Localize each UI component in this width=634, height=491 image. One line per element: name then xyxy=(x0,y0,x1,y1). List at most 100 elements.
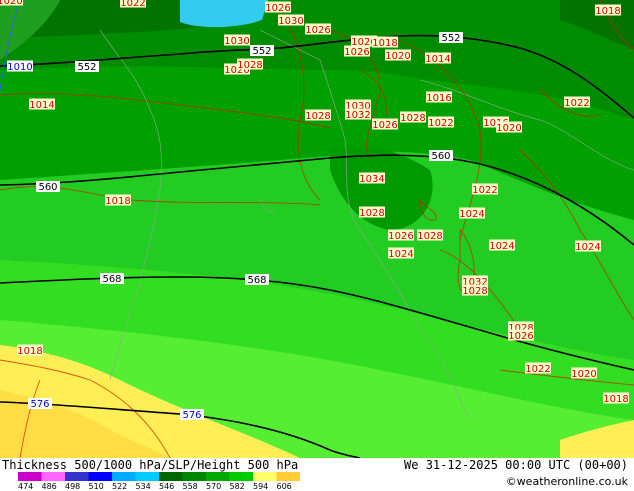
slp-label: 1022 xyxy=(525,362,551,375)
svg-text:1022: 1022 xyxy=(525,364,550,375)
slp-label: 1014 xyxy=(29,98,55,111)
slp-label: 1024 xyxy=(459,207,485,220)
svg-text:1026: 1026 xyxy=(508,331,533,342)
slp-label: 1014 xyxy=(425,52,451,65)
legend-swatch xyxy=(41,472,66,481)
svg-text:1030: 1030 xyxy=(278,16,303,27)
slp-label: 1018 xyxy=(372,36,398,49)
svg-text:1024: 1024 xyxy=(489,241,514,252)
slp-label: 1030 xyxy=(278,14,304,27)
svg-text:560: 560 xyxy=(38,182,57,193)
svg-text:1026: 1026 xyxy=(372,120,397,131)
slp-label: 1028 xyxy=(305,109,331,122)
slp-label: 1018 xyxy=(105,194,131,207)
svg-text:1018: 1018 xyxy=(603,394,628,405)
height-label-576-center: 576 xyxy=(180,409,204,421)
slp-label: 1024 xyxy=(388,247,414,260)
svg-text:1034: 1034 xyxy=(359,174,384,185)
slp-label: 1026 xyxy=(372,118,398,131)
legend-color-bar xyxy=(18,472,300,481)
svg-text:1026: 1026 xyxy=(305,25,330,36)
svg-text:1018: 1018 xyxy=(372,38,397,49)
svg-text:1022: 1022 xyxy=(120,0,145,9)
legend-swatch xyxy=(276,472,300,481)
svg-text:568: 568 xyxy=(102,274,121,285)
slp-label: 1024 xyxy=(489,239,515,252)
slp-label: 1010 xyxy=(7,60,33,73)
slp-label: 1016 xyxy=(426,91,452,104)
svg-text:1026: 1026 xyxy=(265,3,290,14)
map-canvas: 552 552 552 560 560 568 568 576 576 1022… xyxy=(0,0,634,458)
svg-text:1020: 1020 xyxy=(385,51,410,62)
map-datetime: We 31-12-2025 00:00 UTC (00+00) xyxy=(404,458,628,472)
svg-text:1020: 1020 xyxy=(0,0,23,7)
legend-swatch xyxy=(88,472,113,481)
svg-text:552: 552 xyxy=(252,46,271,57)
height-label-552-west: 552 xyxy=(75,61,99,73)
svg-text:1014: 1014 xyxy=(29,100,54,111)
legend-swatch xyxy=(206,472,230,481)
slp-label: 1020 xyxy=(0,0,23,7)
slp-label: 1024 xyxy=(575,240,601,253)
svg-text:1028: 1028 xyxy=(400,113,425,124)
legend-swatch xyxy=(18,472,42,481)
svg-text:560: 560 xyxy=(431,151,450,162)
height-label-568-center: 568 xyxy=(245,274,269,286)
svg-text:1018: 1018 xyxy=(17,346,42,357)
height-label-552-east: 552 xyxy=(439,32,463,44)
svg-text:1022: 1022 xyxy=(428,118,453,129)
svg-text:1028: 1028 xyxy=(417,231,442,242)
svg-text:552: 552 xyxy=(77,62,96,73)
slp-label: 1032 xyxy=(345,108,371,121)
map-title: Thickness 500/1000 hPa/SLP/Height 500 hP… xyxy=(2,458,299,472)
weather-map: 552 552 552 560 560 568 568 576 576 1022… xyxy=(0,0,634,491)
svg-text:1016: 1016 xyxy=(426,93,451,104)
svg-text:1024: 1024 xyxy=(459,209,484,220)
slp-label: 1020 xyxy=(496,121,522,134)
height-label-576-west: 576 xyxy=(28,398,52,410)
legend-ticks: 474 486 498 510 522 534 546 558 570 582 594 606 xyxy=(18,482,318,491)
slp-label: 1028 xyxy=(237,58,263,71)
height-label-568-west: 568 xyxy=(100,273,124,285)
legend-swatch xyxy=(65,472,89,481)
legend-swatch xyxy=(253,472,277,481)
svg-text:1018: 1018 xyxy=(595,6,620,17)
svg-text:1028: 1028 xyxy=(359,208,384,219)
slp-label: 1028 xyxy=(462,284,488,297)
slp-label: 1026 xyxy=(388,229,414,242)
legend-swatch xyxy=(229,472,254,481)
slp-label: 1022 xyxy=(564,96,590,109)
slp-label: 1018 xyxy=(603,392,629,405)
svg-text:1024: 1024 xyxy=(575,242,600,253)
slp-label: 1034 xyxy=(359,172,385,185)
legend-swatch xyxy=(159,472,183,481)
svg-text:1020: 1020 xyxy=(571,369,596,380)
height-label-552-center: 552 xyxy=(250,45,274,57)
svg-text:568: 568 xyxy=(247,275,266,286)
slp-label: 1018 xyxy=(595,4,621,17)
credit-link[interactable]: ©weatheronline.co.uk xyxy=(506,475,628,488)
svg-text:1026: 1026 xyxy=(388,231,413,242)
height-label-560-east: 560 xyxy=(429,150,453,162)
slp-label: 1028 xyxy=(417,229,443,242)
svg-text:1028: 1028 xyxy=(237,60,262,71)
slp-label: 1020 xyxy=(571,367,597,380)
svg-text:1014: 1014 xyxy=(425,54,450,65)
svg-text:576: 576 xyxy=(30,399,49,410)
svg-text:576: 576 xyxy=(182,410,201,421)
map-footer: Thickness 500/1000 hPa/SLP/Height 500 hP… xyxy=(0,458,634,491)
slp-label: 1026 xyxy=(508,329,534,342)
slp-label: 1022 xyxy=(120,0,146,9)
slp-label: 1028 xyxy=(359,206,385,219)
svg-text:1026: 1026 xyxy=(344,47,369,58)
legend-swatch xyxy=(135,472,160,481)
svg-text:1024: 1024 xyxy=(388,249,413,260)
slp-label: 1020 xyxy=(385,49,411,62)
svg-text:1022: 1022 xyxy=(472,185,497,196)
slp-label: 1026 xyxy=(265,1,291,14)
legend-swatch xyxy=(182,472,207,481)
svg-text:1030: 1030 xyxy=(224,36,249,47)
svg-text:1010: 1010 xyxy=(7,62,32,73)
height-label-560-west: 560 xyxy=(36,181,60,193)
legend-swatch xyxy=(112,472,136,481)
